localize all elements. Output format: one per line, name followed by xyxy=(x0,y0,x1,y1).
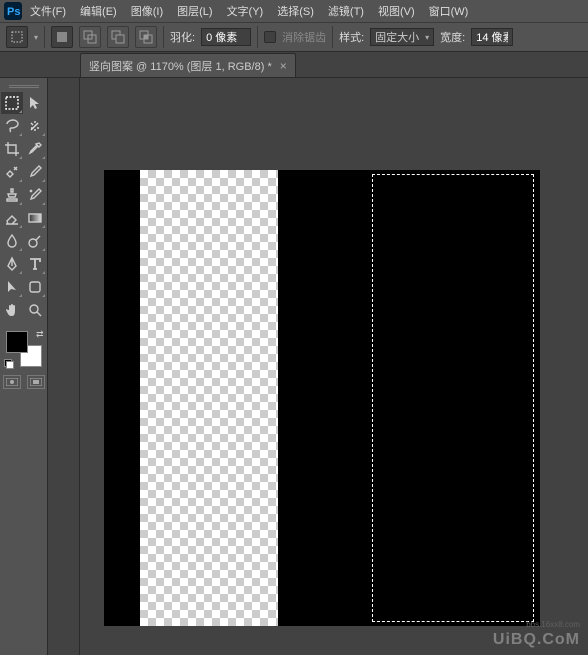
menu-layer[interactable]: 图层(L) xyxy=(171,1,218,21)
selection-new-icon[interactable] xyxy=(51,26,73,48)
close-icon[interactable]: × xyxy=(280,59,287,73)
menu-view[interactable]: 视图(V) xyxy=(372,1,421,21)
default-colors-icon[interactable] xyxy=(4,359,14,369)
menu-window[interactable]: 窗口(W) xyxy=(423,1,475,21)
antialias-checkbox xyxy=(264,31,276,43)
tool-blur[interactable] xyxy=(1,230,23,252)
style-select[interactable]: 固定大小 ▾ xyxy=(370,28,434,46)
menu-file[interactable]: 文件(F) xyxy=(24,1,72,21)
tool-brush[interactable] xyxy=(24,161,46,183)
selection-subtract-icon[interactable] xyxy=(107,26,129,48)
workspace: ⇄ bbs.16xx8.com UiBQ.CoM xyxy=(0,78,588,655)
style-value: 固定大小 xyxy=(375,29,419,45)
selection-add-icon[interactable] xyxy=(79,26,101,48)
tool-lasso[interactable] xyxy=(1,115,23,137)
foreground-color[interactable] xyxy=(6,331,28,353)
selection-intersect-icon[interactable] xyxy=(135,26,157,48)
tool-history-brush[interactable] xyxy=(24,184,46,206)
tool-type[interactable] xyxy=(24,253,46,275)
tool-hand[interactable] xyxy=(1,299,23,321)
watermark: UiBQ.CoM xyxy=(493,631,580,649)
width-label: 宽度: xyxy=(440,29,465,45)
tool-move[interactable] xyxy=(24,92,46,114)
tool-crop[interactable] xyxy=(1,138,23,160)
tool-healing-brush[interactable] xyxy=(1,161,23,183)
menu-select[interactable]: 选择(S) xyxy=(271,1,320,21)
tool-shape[interactable] xyxy=(24,276,46,298)
tool-zoom[interactable] xyxy=(24,299,46,321)
watermark-small: bbs.16xx8.com xyxy=(526,620,580,629)
canvas[interactable] xyxy=(104,170,540,626)
menu-bar: Ps 文件(F) 编辑(E) 图像(I) 图层(L) 文字(Y) 选择(S) 滤… xyxy=(0,0,588,22)
menu-edit[interactable]: 编辑(E) xyxy=(74,1,123,21)
antialias-label: 消除锯齿 xyxy=(282,29,326,45)
tool-magic-wand[interactable] xyxy=(24,115,46,137)
tool-grid xyxy=(1,92,46,321)
tool-eraser[interactable] xyxy=(1,207,23,229)
tool-path-select[interactable] xyxy=(1,276,23,298)
separator xyxy=(257,26,258,48)
document-tab-bar: 竖向图案 @ 1170% (图层 1, RGB/8) * × xyxy=(0,52,588,78)
tool-dodge[interactable] xyxy=(24,230,46,252)
ps-logo: Ps xyxy=(4,2,22,20)
separator xyxy=(163,26,164,48)
width-input[interactable] xyxy=(471,28,513,46)
feather-input[interactable] xyxy=(201,28,251,46)
tool-pen[interactable] xyxy=(1,253,23,275)
screen-mode-icon[interactable] xyxy=(27,375,45,389)
swap-colors-icon[interactable]: ⇄ xyxy=(36,329,44,340)
options-bar: ▾ 羽化: 消除锯齿 样式: 固定大小 ▾ 宽度: xyxy=(0,22,588,52)
tool-preset-dropdown-icon[interactable]: ▾ xyxy=(34,33,38,42)
canvas-area[interactable]: bbs.16xx8.com UiBQ.CoM xyxy=(48,78,588,655)
quickmask-icon[interactable] xyxy=(3,375,21,389)
transparent-region xyxy=(140,170,278,626)
tool-marquee[interactable] xyxy=(1,92,23,114)
screen-mode-row xyxy=(3,375,45,389)
panel-gutter xyxy=(48,78,80,655)
tool-eyedropper[interactable] xyxy=(24,138,46,160)
style-label: 样式: xyxy=(339,29,364,45)
document-title: 竖向图案 @ 1170% (图层 1, RGB/8) * xyxy=(89,58,272,74)
feather-label: 羽化: xyxy=(170,29,195,45)
document-tab[interactable]: 竖向图案 @ 1170% (图层 1, RGB/8) * × xyxy=(80,53,296,77)
color-swatches[interactable]: ⇄ xyxy=(4,329,44,369)
panel-grip[interactable] xyxy=(1,82,47,90)
selection-marquee[interactable] xyxy=(372,174,534,622)
menu-filter[interactable]: 滤镜(T) xyxy=(322,1,370,21)
separator xyxy=(332,26,333,48)
tool-panel: ⇄ xyxy=(0,78,48,655)
chevron-down-icon: ▾ xyxy=(425,33,429,42)
tool-gradient[interactable] xyxy=(24,207,46,229)
separator xyxy=(44,26,45,48)
tool-clone-stamp[interactable] xyxy=(1,184,23,206)
svg-text:Ps: Ps xyxy=(7,6,20,18)
menu-image[interactable]: 图像(I) xyxy=(125,1,169,21)
tool-preset-icon[interactable] xyxy=(6,26,28,48)
menu-type[interactable]: 文字(Y) xyxy=(221,1,270,21)
